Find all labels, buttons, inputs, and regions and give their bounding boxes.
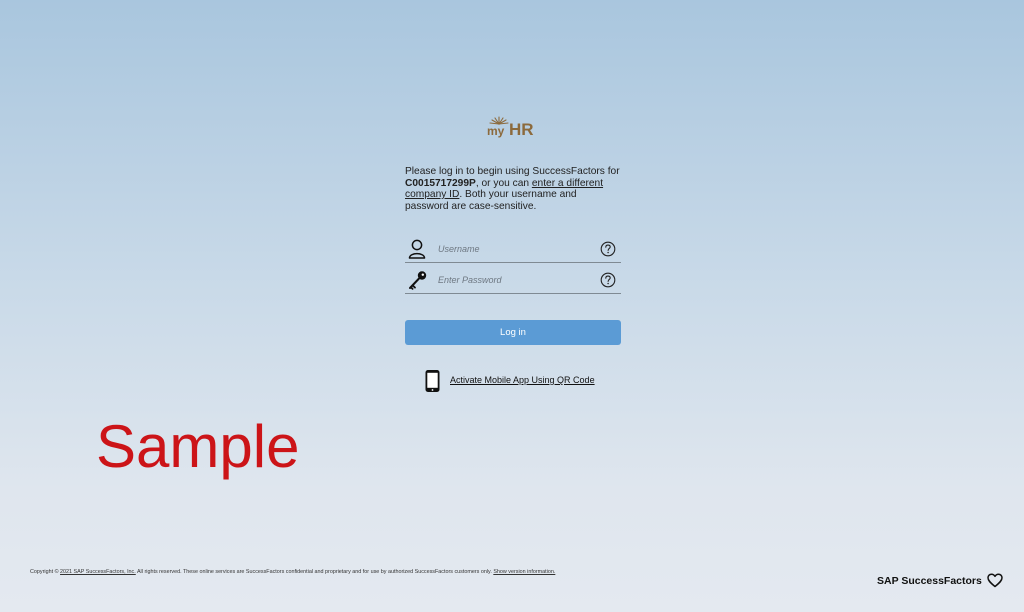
heart-icon <box>987 573 1004 588</box>
show-version-link[interactable]: Show version information. <box>493 569 555 575</box>
logo-my: my <box>487 124 505 138</box>
username-help-icon[interactable] <box>600 241 616 257</box>
username-input[interactable] <box>438 240 588 258</box>
password-input[interactable] <box>438 271 588 289</box>
activate-mobile-app-link[interactable]: Activate Mobile App Using QR Code <box>450 375 595 385</box>
login-button[interactable]: Log in <box>405 320 621 345</box>
user-icon <box>407 238 427 260</box>
company-link[interactable]: 2021 SAP SuccessFactors, Inc. <box>60 569 136 575</box>
login-instructions: Please log in to begin using SuccessFact… <box>405 166 623 212</box>
copyright-prefix: Copyright © <box>30 569 61 575</box>
company-id: C0015717299P <box>405 177 476 189</box>
myhr-logo: my HR <box>486 114 542 140</box>
key-icon <box>407 269 427 291</box>
intro-text-1: Please log in to begin using SuccessFact… <box>405 166 620 177</box>
brand-text: SAP SuccessFactors <box>877 574 982 587</box>
logo-hr: HR <box>509 120 534 139</box>
mobile-phone-icon <box>424 369 441 393</box>
username-field <box>405 238 621 263</box>
password-field <box>405 269 621 294</box>
password-help-icon[interactable] <box>600 272 616 288</box>
copyright-text: All rights reserved. These online servic… <box>135 569 494 575</box>
copyright-footer: Copyright © 2021 SAP SuccessFactors, Inc… <box>30 569 630 576</box>
sap-successfactors-logo: SAP SuccessFactors <box>877 572 1004 588</box>
intro-text-2: , or you can <box>475 177 532 189</box>
sample-watermark: Sample <box>96 413 300 480</box>
